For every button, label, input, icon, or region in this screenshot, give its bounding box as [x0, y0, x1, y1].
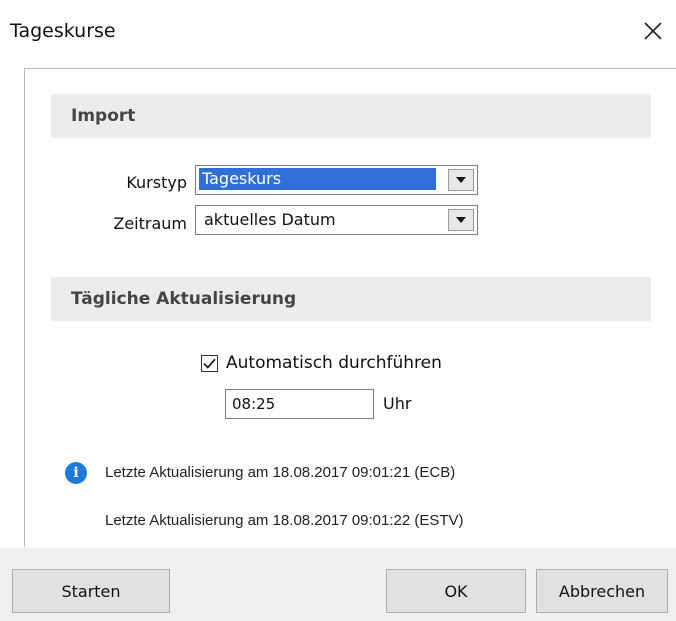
zeitraum-dropdown-button[interactable] [448, 209, 474, 231]
auto-update-checkbox-row[interactable]: Automatisch durchführen [201, 353, 442, 373]
daily-section-title: Tägliche Aktualisierung [71, 289, 297, 309]
close-button[interactable] [636, 14, 670, 48]
import-section-header: Import [51, 94, 651, 138]
title-bar: Tageskurse [0, 0, 676, 62]
window-title: Tageskurse [10, 20, 116, 42]
auto-update-checkbox[interactable] [201, 354, 218, 372]
time-unit-label: Uhr [383, 394, 412, 413]
dialog-content: Import Kurstyp Tageskurs Zeitraum aktuel… [24, 68, 676, 547]
update-time-input[interactable] [225, 389, 374, 419]
kurstyp-select[interactable]: Tageskurs [195, 165, 478, 195]
chevron-down-icon [456, 177, 466, 183]
info-icon: i [65, 462, 87, 484]
auto-update-label: Automatisch durchführen [226, 353, 442, 373]
import-section-title: Import [71, 106, 136, 126]
close-icon [644, 22, 662, 40]
daily-section-header: Tägliche Aktualisierung [51, 277, 651, 321]
zeitraum-select[interactable]: aktuelles Datum [195, 205, 478, 235]
cancel-button[interactable]: Abbrechen [536, 569, 668, 613]
kurstyp-dropdown-button[interactable] [448, 169, 474, 191]
chevron-down-icon [456, 217, 466, 223]
ok-button[interactable]: OK [386, 569, 526, 613]
last-update-estv: Letzte Aktualisierung am 18.08.2017 09:0… [105, 512, 464, 529]
checkmark-icon [203, 358, 216, 369]
zeitraum-value: aktuelles Datum [204, 210, 336, 229]
zeitraum-label: Zeitraum [113, 214, 187, 233]
button-bar: Starten OK Abbrechen [0, 548, 676, 621]
start-button[interactable]: Starten [12, 569, 170, 613]
kurstyp-value: Tageskurs [199, 168, 436, 190]
last-update-ecb: Letzte Aktualisierung am 18.08.2017 09:0… [105, 464, 456, 481]
kurstyp-label: Kurstyp [126, 173, 187, 192]
